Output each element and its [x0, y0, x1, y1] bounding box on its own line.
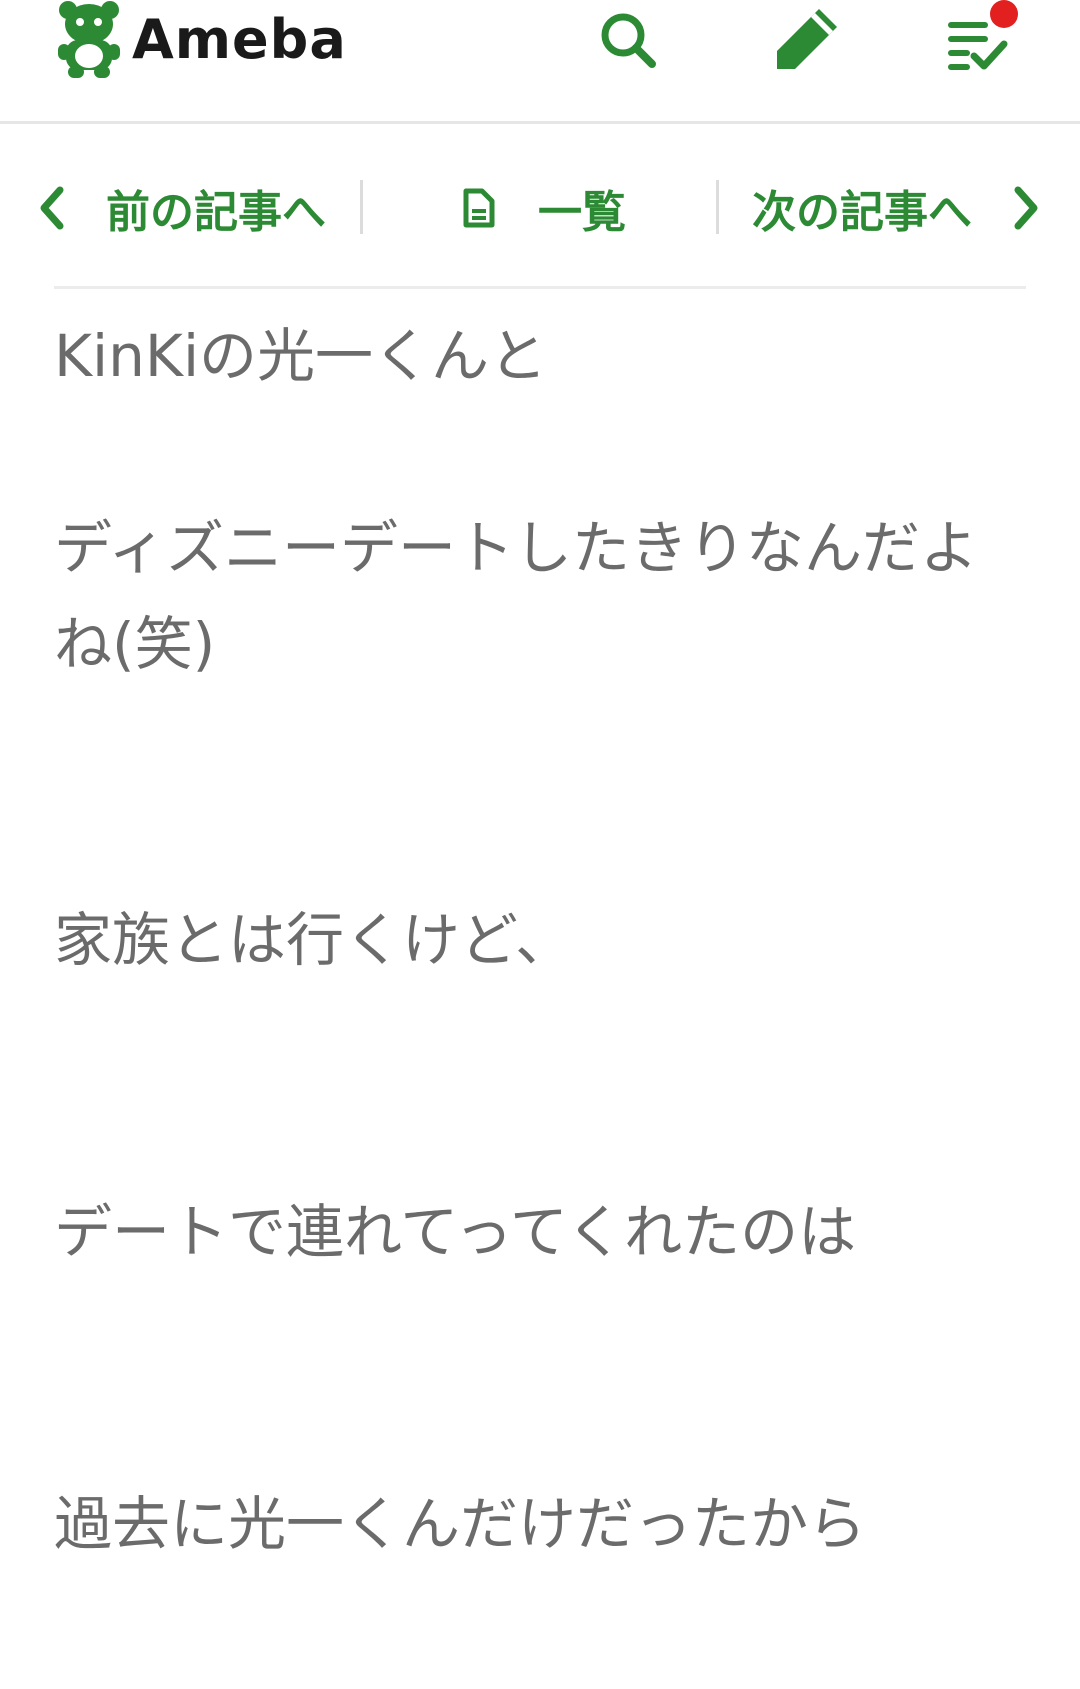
search-icon — [601, 13, 656, 68]
article-paragraph: 家族とは行くけど、 — [54, 906, 574, 974]
ameba-bear-icon — [58, 1, 120, 78]
prev-article-link[interactable]: 前の記事へ — [38, 166, 326, 250]
next-article-link[interactable]: 次の記事へ — [752, 166, 1040, 250]
article-paragraph: 過去に光一くんだけだったから — [54, 1490, 867, 1558]
article-paragraph: KinKiの光一くんと — [54, 322, 548, 390]
pencil-icon — [777, 9, 837, 69]
notification-dot — [990, 0, 1018, 28]
chevron-left-icon — [40, 186, 64, 230]
nav-bottom-divider — [54, 286, 1026, 289]
article-paragraph: デートで連れてってくれたのは — [54, 1198, 857, 1266]
logo-wordmark: Ameba — [132, 8, 347, 71]
document-icon — [463, 188, 495, 228]
blog-article-page: Ameba 前の記事へ 一覧 次の記事へ KinKiの光一くんと ディズニーデー… — [0, 0, 1080, 1689]
article-navigation: 前の記事へ 一覧 次の記事へ — [0, 166, 1080, 250]
article-list-label: 一覧 — [538, 187, 626, 238]
prev-article-label: 前の記事へ — [106, 187, 326, 238]
nav-divider — [360, 180, 363, 234]
search-button[interactable] — [588, 0, 668, 80]
top-header: Ameba — [0, 0, 1080, 124]
write-post-button[interactable] — [766, 0, 846, 80]
chevron-right-icon — [1014, 186, 1038, 230]
article-list-link[interactable]: 一覧 — [462, 166, 626, 250]
ameba-logo[interactable]: Ameba — [54, 0, 347, 80]
next-article-label: 次の記事へ — [752, 187, 972, 238]
nav-divider — [716, 180, 719, 234]
article-paragraph: ディズニーデートしたきりなんだよね(笑) — [54, 514, 978, 678]
